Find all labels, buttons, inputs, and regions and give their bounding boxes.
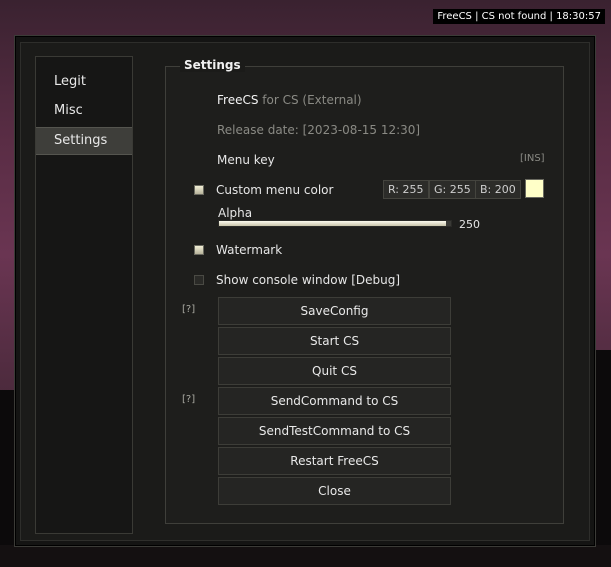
restart-button[interactable]: Restart FreeCS — [218, 447, 451, 475]
tab-settings[interactable]: Settings — [36, 127, 132, 155]
brand-line: FreeCS for CS (External) — [217, 93, 362, 107]
watermark-overlay: FreeCS | CS not found | 18:30:57 — [433, 9, 605, 24]
start-cs-button[interactable]: Start CS — [218, 327, 451, 355]
brand-suffix: for CS (External) — [262, 93, 362, 107]
quit-cs-button[interactable]: Quit CS — [218, 357, 451, 385]
color-b-field[interactable]: B: 200 — [475, 180, 521, 199]
tab-legit[interactable]: Legit — [36, 69, 132, 95]
tab-misc[interactable]: Misc — [36, 98, 132, 124]
watermark-label: Watermark — [216, 243, 283, 257]
help-marker[interactable]: [?] — [182, 394, 195, 405]
brand-name: FreeCS — [217, 93, 259, 107]
alpha-value: 250 — [459, 218, 480, 231]
palm-silhouette — [0, 545, 611, 567]
color-swatch[interactable] — [525, 179, 544, 198]
menu-key-value[interactable]: [INS] — [520, 153, 545, 164]
custom-color-label: Custom menu color — [216, 183, 334, 197]
console-checkbox[interactable] — [194, 275, 204, 285]
color-g-field[interactable]: G: 255 — [429, 180, 476, 199]
watermark-checkbox[interactable] — [194, 245, 204, 255]
alpha-label: Alpha — [218, 206, 253, 220]
release-date: Release date: [2023-08-15 12:30] — [217, 123, 421, 137]
menu-key-label: Menu key — [217, 153, 275, 167]
help-marker[interactable]: [?] — [182, 304, 195, 315]
custom-color-checkbox[interactable] — [194, 185, 204, 195]
send-command-button[interactable]: SendCommand to CS — [218, 387, 451, 415]
cheat-menu-window: Legit Misc Settings Settings FreeCS for … — [14, 35, 596, 547]
alpha-slider-fill — [219, 221, 447, 226]
sidebar: Legit Misc Settings — [35, 56, 133, 534]
alpha-slider[interactable] — [218, 220, 452, 227]
console-label: Show console window [Debug] — [216, 273, 401, 287]
color-r-field[interactable]: R: 255 — [383, 180, 429, 199]
send-test-command-button[interactable]: SendTestCommand to CS — [218, 417, 451, 445]
settings-group-title: Settings — [180, 58, 245, 72]
save-config-button[interactable]: SaveConfig — [218, 297, 451, 325]
close-button[interactable]: Close — [218, 477, 451, 505]
